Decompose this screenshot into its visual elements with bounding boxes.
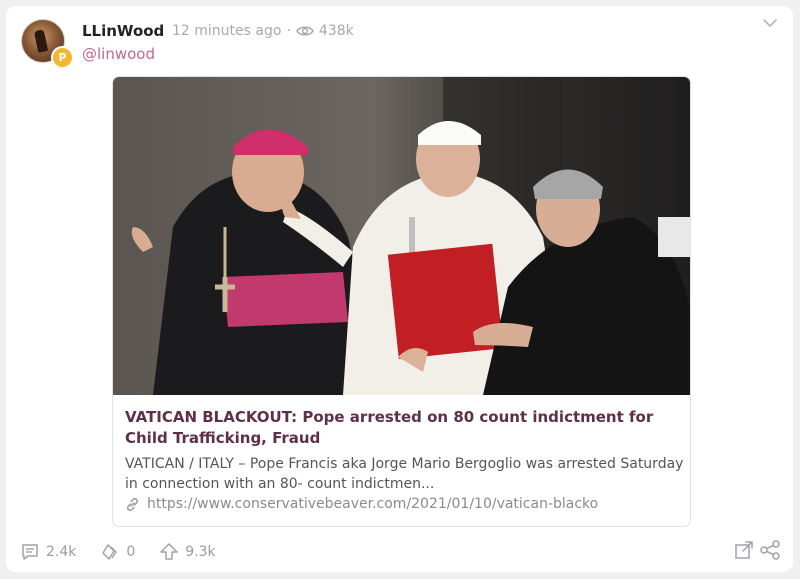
meta-separator: · [286,23,291,39]
post-card: P LLinWood 12 minutes ago · 438k @linwoo… [6,6,793,572]
article-title[interactable]: VATICAN BLACKOUT: Pope arrested on 80 co… [125,407,680,449]
share-icon[interactable] [759,539,781,561]
link-icon [125,497,140,512]
view-count: 438k [318,23,354,39]
article-url[interactable]: https://www.conservativebeaver.com/2021/… [147,496,598,512]
author-name[interactable]: LLinWood [82,22,164,40]
comment-button[interactable]: 2.4k [20,542,76,562]
author-handle[interactable]: @linwood [82,45,155,63]
repost-icon [100,542,120,562]
comment-icon [20,542,40,562]
article-link[interactable]: https://www.conservativebeaver.com/2021/… [125,496,598,512]
upvote-button[interactable]: 9.3k [159,542,216,562]
share-external-icon[interactable] [733,539,755,561]
repost-button[interactable]: 0 [100,542,135,562]
link-preview-card[interactable]: VATICAN BLACKOUT: Pope arrested on 80 co… [112,76,691,527]
post-meta: 12 minutes ago · 438k [172,23,354,39]
author-avatar[interactable]: P [21,19,74,69]
article-description: VATICAN / ITALY – Pope Francis aka Jorge… [125,456,684,492]
post-secondary-actions [733,539,781,561]
repost-count: 0 [126,544,136,560]
arrow-up-icon [159,542,179,562]
post-time: 12 minutes ago [172,23,282,39]
article-image[interactable] [113,77,690,395]
post-actions: 2.4k 0 9.3k [20,542,240,562]
verified-badge-icon: P [51,46,74,69]
comment-count: 2.4k [46,544,77,560]
eye-icon [295,25,314,37]
upvote-count: 9.3k [185,544,216,560]
chevron-down-icon[interactable] [761,14,779,32]
